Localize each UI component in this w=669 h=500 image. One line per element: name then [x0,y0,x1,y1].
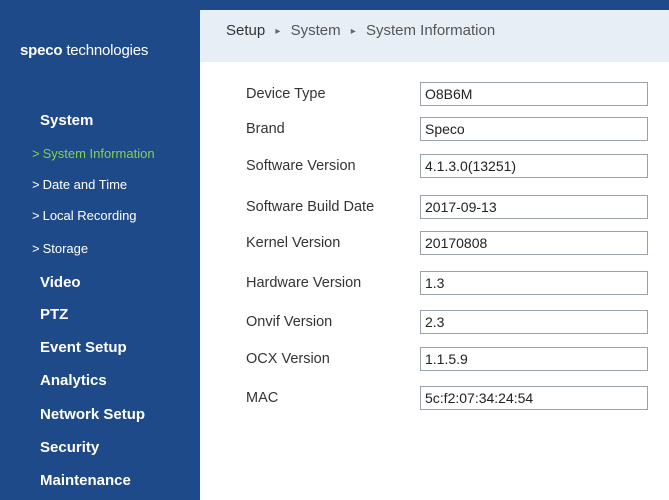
kernel-version-field: 20170808 [420,231,648,255]
top-bar: Setup ▸ System ▸ System Information [200,0,669,62]
sidebar-item-storage[interactable]: > Storage [32,241,88,256]
sidebar-item-system-information[interactable]: > System Information [32,146,155,161]
chevron-right-icon: > [32,208,40,223]
onvif-version-label: Onvif Version [246,314,333,330]
software-build-date-field: 2017-09-13 [420,195,648,219]
brand-field: Speco [420,117,648,141]
sidebar-item-label: System Information [42,146,155,161]
breadcrumb-item-system-information: System Information [365,22,496,39]
sidebar: speco technologies System > System Inform… [0,0,200,500]
sidebar-item-label: Storage [42,241,89,256]
info-row-onvif-version: Onvif Version 2.3 [246,310,656,340]
software-build-date-label: Software Build Date [246,199,375,215]
brand-label: Brand [246,121,285,137]
sidebar-section-security[interactable]: Security [40,439,99,456]
software-version-label: Software Version [246,158,356,174]
info-row-software-build-date: Software Build Date 2017-09-13 [246,195,656,225]
onvif-version-field: 2.3 [420,310,648,334]
hardware-version-label: Hardware Version [246,275,362,291]
kernel-version-label: Kernel Version [246,235,341,251]
speco-logo: speco technologies [20,42,148,59]
info-row-ocx-version: OCX Version 1.1.5.9 [246,347,656,377]
info-row-hardware-version: Hardware Version 1.3 [246,271,656,301]
breadcrumb-separator-icon: ▸ [275,26,281,37]
sidebar-section-network-setup[interactable]: Network Setup [40,406,145,423]
info-row-brand: Brand Speco [246,117,656,147]
breadcrumb: Setup ▸ System ▸ System Information [226,22,495,39]
device-type-label: Device Type [246,86,326,102]
sidebar-item-label: Local Recording [42,208,137,223]
sidebar-item-local-recording[interactable]: > Local Recording [32,208,137,223]
mac-label: MAC [246,390,279,406]
sidebar-section-maintenance[interactable]: Maintenance [40,472,131,489]
breadcrumb-separator-icon: ▸ [350,26,356,37]
info-row-mac: MAC 5c:f2:07:34:24:54 [246,386,656,416]
info-row-kernel-version: Kernel Version 20170808 [246,231,656,261]
software-version-field: 4.1.3.0(13251) [420,154,648,178]
sidebar-section-system[interactable]: System [40,112,93,129]
device-type-field: O8B6M [420,82,648,106]
mac-field: 5c:f2:07:34:24:54 [420,386,648,410]
ocx-version-label: OCX Version [246,351,330,367]
sidebar-section-event-setup[interactable]: Event Setup [40,339,127,356]
sidebar-section-video[interactable]: Video [40,274,81,291]
breadcrumb-item-system[interactable]: System [291,22,341,39]
info-row-device-type: Device Type O8B6M [246,82,656,112]
logo-brand-bold: speco [20,42,63,59]
sidebar-section-ptz[interactable]: PTZ [40,306,68,323]
info-row-software-version: Software Version 4.1.3.0(13251) [246,154,656,184]
sidebar-item-label: Date and Time [42,177,128,192]
hardware-version-field: 1.3 [420,271,648,295]
logo-brand-rest: technologies [62,42,149,59]
chevron-right-icon: > [32,177,40,192]
breadcrumb-item-setup[interactable]: Setup [226,22,265,39]
chevron-right-icon: > [32,146,40,161]
sidebar-section-analytics[interactable]: Analytics [40,372,107,389]
chevron-right-icon: > [32,241,40,256]
ocx-version-field: 1.1.5.9 [420,347,648,371]
sidebar-item-date-and-time[interactable]: > Date and Time [32,177,127,192]
